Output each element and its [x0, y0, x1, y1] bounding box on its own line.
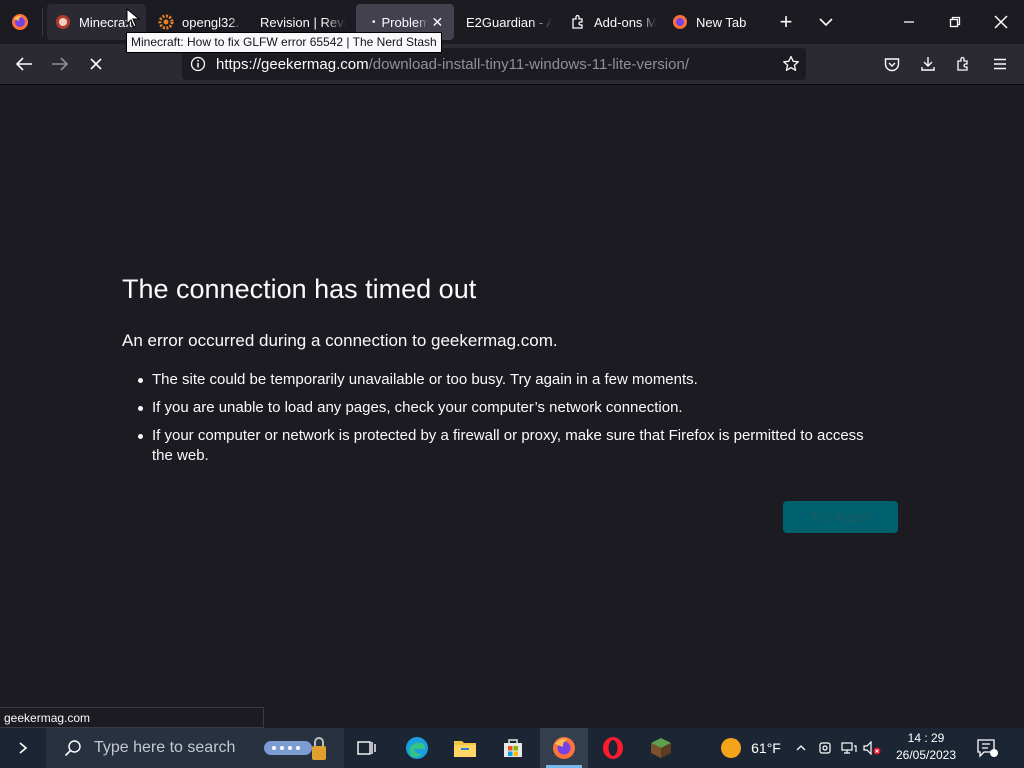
tab-addons[interactable]: Add-ons M: [562, 4, 662, 40]
status-panel: geekermag.com: [0, 707, 264, 728]
clock-time: 14 : 29: [907, 731, 945, 745]
password-lock-icon: [264, 734, 334, 767]
volume-muted-icon[interactable]: [860, 728, 884, 768]
taskbar: Type here to search 61°F 14 : 29 26/05/2…: [0, 728, 1024, 768]
restore-icon[interactable]: [932, 0, 978, 44]
loading-dot-icon: •: [372, 16, 376, 28]
firefox-favicon: [672, 14, 688, 30]
back-icon[interactable]: [10, 50, 38, 78]
try-again-button[interactable]: Try Again: [783, 501, 898, 533]
info-icon[interactable]: [190, 56, 206, 77]
forward-icon[interactable]: [46, 50, 74, 78]
url-host: https://geekermag.com: [216, 55, 369, 73]
edge-icon[interactable]: [394, 728, 440, 768]
meet-now-icon[interactable]: [814, 728, 836, 768]
file-explorer-icon[interactable]: [442, 728, 488, 768]
notifications-icon[interactable]: [970, 728, 1004, 768]
show-hidden-icon[interactable]: [0, 728, 46, 768]
gear-favicon: [158, 14, 174, 30]
clock-date: 26/05/2023: [895, 748, 957, 762]
weather-icon[interactable]: [716, 728, 746, 768]
url-text[interactable]: https://geekermag.com/download-install-t…: [216, 56, 689, 73]
error-suggestions: The site could be temporarily unavailabl…: [138, 370, 878, 474]
list-item: If you are unable to load any pages, che…: [138, 398, 878, 418]
error-subtitle: An error occurred during a connection to…: [122, 331, 558, 350]
download-icon[interactable]: [914, 50, 942, 78]
chevron-down-icon[interactable]: [812, 8, 840, 36]
chevron-up-icon[interactable]: [790, 728, 812, 768]
tab-label: Revision | Revi: [260, 14, 346, 30]
firefox-icon[interactable]: [8, 12, 32, 32]
clock[interactable]: 14 : 29 26/05/2023: [886, 730, 966, 764]
close-icon[interactable]: [978, 0, 1024, 44]
list-item: The site could be temporarily unavailabl…: [138, 370, 878, 390]
minimize-icon[interactable]: [886, 0, 932, 44]
tab-label: Problem: [381, 14, 428, 30]
star-icon[interactable]: [782, 55, 800, 78]
search-icon: [64, 739, 82, 762]
store-icon[interactable]: [490, 728, 536, 768]
pocket-icon[interactable]: [878, 50, 906, 78]
list-item: If your computer or network is protected…: [138, 426, 878, 466]
tab-label: Add-ons M: [594, 14, 656, 30]
error-title: The connection has timed out: [122, 274, 477, 304]
menu-icon[interactable]: [986, 50, 1014, 78]
tab-tooltip: Minecraft: How to fix GLFW error 65542 |…: [126, 32, 442, 53]
weather-temp[interactable]: 61°F: [746, 728, 786, 768]
opera-icon[interactable]: [590, 728, 636, 768]
tab-label: E2Guardian - A: [466, 14, 552, 30]
stop-icon[interactable]: [82, 50, 110, 78]
minecraft-favicon: [55, 14, 71, 30]
tab-label: opengl32.: [182, 14, 240, 30]
close-tab-icon[interactable]: ✕: [432, 14, 444, 31]
search-placeholder: Type here to search: [94, 739, 236, 756]
tab-e2guardian[interactable]: E2Guardian - A: [458, 4, 558, 40]
puzzle-icon: [570, 14, 586, 30]
minecraft-icon[interactable]: [638, 728, 684, 768]
taskbar-search[interactable]: Type here to search: [46, 728, 344, 768]
task-view-icon[interactable]: [344, 728, 388, 768]
url-path: /download-install-tiny11-windows-11-lite…: [368, 55, 689, 73]
extensions-icon[interactable]: [950, 50, 978, 78]
firefox-taskbar-icon[interactable]: [540, 728, 588, 768]
tab-label: New Tab: [696, 14, 747, 30]
mouse-cursor-icon: [126, 8, 141, 28]
weather-temperature: 61°F: [751, 740, 781, 756]
network-icon[interactable]: [838, 728, 860, 768]
new-tab-icon[interactable]: +: [772, 8, 800, 36]
tab-new-tab[interactable]: New Tab: [664, 4, 764, 40]
